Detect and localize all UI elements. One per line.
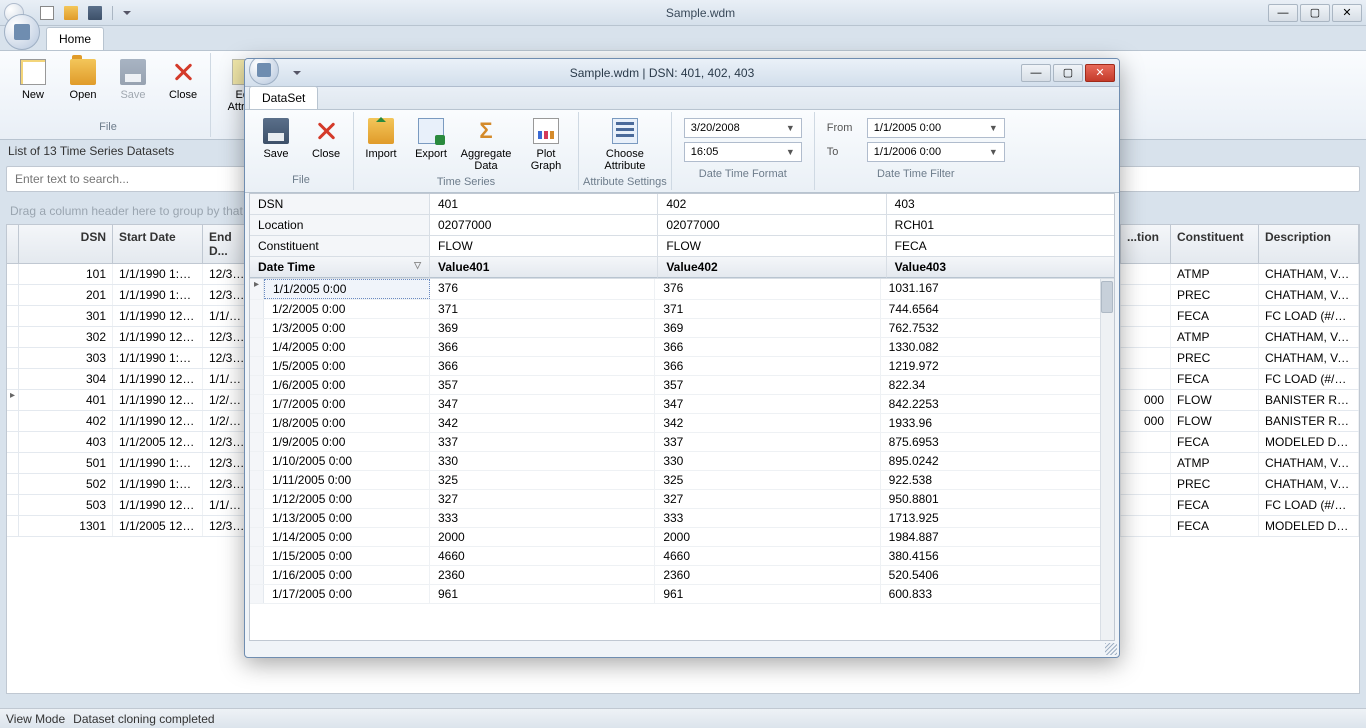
data-row[interactable]: 1/13/2005 0:003333331713.925 (250, 509, 1114, 528)
child-group-timeseries: Import Export Aggregate Data Plot Graph … (354, 112, 579, 190)
to-label: To (827, 146, 861, 158)
close-button[interactable]: ✕ (1332, 4, 1362, 22)
date-format-combo[interactable]: 3/20/2008▼ (684, 118, 802, 138)
open-button[interactable]: Open (60, 55, 106, 119)
child-titlebar: Sample.wdm | DSN: 401, 402, 403 — ▢ ✕ (245, 59, 1119, 87)
col-start-date[interactable]: Start Date (113, 225, 203, 263)
close-button-ribbon[interactable]: Close (160, 55, 206, 119)
qat-save-icon[interactable] (88, 6, 102, 20)
qat-dropdown-icon[interactable] (123, 6, 133, 20)
qat-new-icon[interactable] (40, 6, 54, 20)
child-group-file: Save Close File (249, 112, 354, 190)
resize-grip[interactable] (1105, 643, 1117, 655)
plot-graph-button[interactable]: Plot Graph (518, 114, 574, 174)
new-button[interactable]: New (10, 55, 56, 119)
aggregate-button[interactable]: Aggregate Data (458, 114, 514, 174)
data-row[interactable]: 1/10/2005 0:00330330895.0242 (250, 452, 1114, 471)
from-label: From (827, 122, 861, 134)
col-description[interactable]: Description (1259, 225, 1359, 263)
qat-separator (112, 6, 113, 20)
data-rows[interactable]: ▸1/1/2005 0:003763761031.1671/2/2005 0:0… (250, 279, 1114, 640)
time-format-combo[interactable]: 16:05▼ (684, 142, 802, 162)
child-minimize-button[interactable]: — (1021, 64, 1051, 82)
child-maximize-button[interactable]: ▢ (1053, 64, 1083, 82)
main-ribbon-tabs: Home (0, 26, 1366, 50)
ribbon-tab-dataset[interactable]: DataSet (249, 86, 318, 109)
child-window-title: Sample.wdm | DSN: 401, 402, 403 (303, 66, 1021, 80)
choose-attribute-button[interactable]: Choose Attribute (591, 114, 659, 174)
ribbon-tab-home[interactable]: Home (46, 27, 104, 50)
app-orb-button[interactable] (4, 14, 40, 50)
ribbon-group-file: New Open Save Close File (6, 53, 211, 137)
child-close-button[interactable]: ✕ (1085, 64, 1115, 82)
data-row[interactable]: ▸1/1/2005 0:003763761031.167 (250, 279, 1114, 300)
status-mode: View Mode (6, 712, 65, 726)
data-row[interactable]: 1/3/2005 0:00369369762.7532 (250, 319, 1114, 338)
child-group-attr: Choose Attribute Attribute Settings (579, 112, 672, 190)
child-orb[interactable] (249, 58, 279, 85)
dataset-detail-window: Sample.wdm | DSN: 401, 402, 403 — ▢ ✕ Da… (244, 58, 1120, 658)
meta-header: DSN 401 402 403 Location 02077000 020770… (250, 194, 1114, 279)
data-row[interactable]: 1/4/2005 0:003663661330.082 (250, 338, 1114, 357)
chevron-down-icon: ▼ (989, 147, 998, 157)
save-button[interactable]: Save (110, 55, 156, 119)
export-button[interactable]: Export (408, 114, 454, 174)
scrollbar[interactable] (1100, 279, 1114, 640)
data-row[interactable]: 1/5/2005 0:003663661219.972 (250, 357, 1114, 376)
child-ribbon-tabs: DataSet (245, 87, 1119, 109)
data-row[interactable]: 1/14/2005 0:00200020001984.887 (250, 528, 1114, 547)
data-row[interactable]: 1/11/2005 0:00325325922.538 (250, 471, 1114, 490)
to-date-combo[interactable]: 1/1/2006 0:00▼ (867, 142, 1005, 162)
data-row[interactable]: 1/6/2005 0:00357357822.34 (250, 376, 1114, 395)
group-label-file: File (99, 119, 117, 135)
child-close-ribbon-button[interactable]: Close (303, 114, 349, 172)
main-titlebar: Sample.wdm — ▢ ✕ (0, 0, 1366, 26)
chevron-down-icon: ▼ (989, 123, 998, 133)
status-bar: View Mode Dataset cloning completed (0, 708, 1366, 728)
status-message: Dataset cloning completed (73, 712, 214, 726)
qat-open-icon[interactable] (64, 6, 78, 20)
scrollbar-thumb[interactable] (1101, 281, 1113, 313)
data-row[interactable]: 1/15/2005 0:0046604660380.4156 (250, 547, 1114, 566)
main-window-title: Sample.wdm (133, 6, 1268, 20)
data-row[interactable]: 1/2/2005 0:00371371744.6564 (250, 300, 1114, 319)
data-row[interactable]: 1/17/2005 0:00961961600.833 (250, 585, 1114, 604)
minimize-button[interactable]: — (1268, 4, 1298, 22)
child-group-datetime-format: 3/20/2008▼ 16:05▼ Date Time Format (672, 112, 815, 190)
data-row[interactable]: 1/12/2005 0:00327327950.8801 (250, 490, 1114, 509)
col-location[interactable]: ...tion (1121, 225, 1171, 263)
filter-icon[interactable]: ▽ (414, 260, 421, 271)
child-ribbon: Save Close File Import Export Aggregate … (245, 109, 1119, 193)
data-row[interactable]: 1/16/2005 0:0023602360520.5406 (250, 566, 1114, 585)
child-save-button[interactable]: Save (253, 114, 299, 172)
timeseries-grid[interactable]: DSN 401 402 403 Location 02077000 020770… (249, 193, 1115, 641)
col-constituent[interactable]: Constituent (1171, 225, 1259, 263)
from-date-combo[interactable]: 1/1/2005 0:00▼ (867, 118, 1005, 138)
chevron-down-icon: ▼ (786, 147, 795, 157)
child-qat-dropdown-icon[interactable] (293, 66, 303, 80)
data-row[interactable]: 1/9/2005 0:00337337875.6953 (250, 433, 1114, 452)
import-button[interactable]: Import (358, 114, 404, 174)
data-row[interactable]: 1/8/2005 0:003423421933.96 (250, 414, 1114, 433)
child-group-datetime-filter: From 1/1/2005 0:00▼ To 1/1/2006 0:00▼ Da… (815, 112, 1017, 190)
chevron-down-icon: ▼ (786, 123, 795, 133)
data-row[interactable]: 1/7/2005 0:00347347842.2253 (250, 395, 1114, 414)
maximize-button[interactable]: ▢ (1300, 4, 1330, 22)
quick-access-toolbar (40, 6, 133, 20)
col-dsn[interactable]: DSN (19, 225, 113, 263)
